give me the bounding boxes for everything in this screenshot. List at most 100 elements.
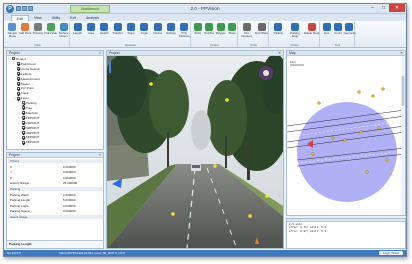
parking-snap-button[interactable]: Parking Snap — [287, 23, 304, 38]
visibility-checkbox[interactable] — [22, 116, 25, 120]
visibility-checkbox[interactable] — [17, 62, 20, 66]
property-value[interactable]: 0.000000 — [63, 170, 76, 174]
slope-button[interactable]: Slope — [124, 23, 137, 35]
visibility-checkbox[interactable] — [22, 101, 25, 105]
ribbon-button-label: Surface — [166, 31, 176, 35]
visibility-checkbox[interactable] — [17, 96, 20, 100]
dot-offset-button[interactable]: Dot Offset — [254, 23, 269, 35]
property-value[interactable]: 0.000000 — [63, 209, 76, 213]
surface-detect-button[interactable]: Surface Detect — [57, 23, 70, 38]
ribbon-button-label: Volume — [152, 31, 163, 35]
property-row[interactable]: X 0.000000 — [8, 165, 103, 169]
surface-button[interactable]: Surface — [164, 23, 177, 35]
visibility-checkbox[interactable] — [12, 57, 15, 61]
visibility-checkbox[interactable] — [22, 125, 25, 129]
polyline-button[interactable]: Polyline — [204, 23, 216, 35]
eye-button[interactable]: Eye — [321, 23, 332, 35]
tree-item[interactable]: Pointcloud — [14, 62, 35, 67]
close-button[interactable]: ✕ — [389, 4, 405, 12]
tree-item-label: 6DPOINT — [26, 140, 40, 145]
point-valu-button[interactable]: Point Valu — [44, 23, 57, 35]
tree-item[interactable]: Ctrl Point — [14, 86, 34, 91]
property-row[interactable]: Parking Length 5.000000 — [8, 198, 103, 202]
geometry-button[interactable]: Geometry — [344, 23, 356, 35]
delete-snap-button[interactable]: Delete Snap — [303, 23, 320, 35]
tree-item-label: Manhole — [26, 110, 38, 115]
height-button[interactable]: Height — [98, 23, 111, 35]
tree-item[interactable]: Feature — [14, 72, 32, 77]
maximize-button[interactable]: □ — [378, 4, 389, 12]
map-canvas[interactable]: 10m — [287, 56, 405, 216]
tree-item[interactable]: Tree — [19, 106, 32, 111]
property-button[interactable]: Property — [32, 23, 45, 35]
tree-item[interactable]: 4DPOINT — [19, 131, 39, 136]
point-button[interactable]: Point — [192, 23, 204, 35]
tree-item[interactable]: 2DPOINT — [19, 121, 39, 126]
tree-item[interactable]: Parking — [19, 101, 37, 106]
panel-close-icon[interactable]: ✕ — [278, 51, 281, 56]
tree-item[interactable]: − Project — [9, 57, 26, 62]
volume-button[interactable]: Volume — [151, 23, 164, 35]
property-value[interactable]: 5.000000 — [63, 198, 76, 202]
tree-item-label: 2DPOINT — [26, 120, 40, 125]
tree-item[interactable]: 3DPOINT — [19, 126, 39, 131]
visibility-checkbox[interactable] — [22, 106, 25, 110]
property-category[interactable]: Others — [8, 159, 103, 164]
length-button[interactable]: Length — [71, 23, 84, 35]
visibility-checkbox[interactable] — [22, 121, 25, 125]
tree-item[interactable]: 5DPOINT — [19, 135, 39, 140]
polygon-button[interactable]: Polygon — [215, 23, 227, 35]
visibility-checkbox[interactable] — [17, 81, 20, 85]
pole-distance-button[interactable]: Pole Distance — [178, 23, 191, 38]
property-row[interactable]: Y 0.000000 — [8, 170, 103, 174]
property-value[interactable]: 0.000000 — [63, 176, 76, 180]
dot-intersect-button[interactable]: Dot Intersect — [239, 23, 254, 38]
visibility-checkbox[interactable] — [17, 86, 20, 90]
plane-button[interactable]: Plane — [227, 23, 239, 35]
visibility-checkbox[interactable] — [22, 135, 25, 139]
property-value[interactable]: 0.000000 — [63, 165, 76, 169]
visibility-checkbox[interactable] — [17, 67, 20, 71]
transfer-button[interactable]: Transfer — [111, 23, 124, 35]
area-button[interactable]: Area — [84, 23, 97, 35]
tree-item-label: Measurement — [21, 76, 40, 81]
tree-item[interactable]: Track — [14, 91, 29, 96]
add-point-button[interactable]: Add Point — [19, 23, 32, 35]
tree-item[interactable]: − Layer — [14, 96, 29, 101]
ribbon-button-label: Height — [100, 31, 109, 35]
property-value[interactable]: 2.500000 — [63, 193, 76, 197]
map-panel: Map ✕ 10m — [286, 50, 406, 216]
property-row[interactable]: History Range 25.000000 — [8, 181, 103, 185]
visibility-checkbox[interactable] — [22, 111, 25, 115]
property-value[interactable]: 25.000000 — [63, 181, 77, 185]
minimize-button[interactable]: – — [367, 4, 378, 12]
property-category[interactable]: Select shape — [8, 215, 103, 220]
ribbon-group-detect: Point Polyline Polygon Plane Detect — [192, 22, 238, 47]
sample-mode-button[interactable]: Sample Mode — [6, 23, 19, 38]
visibility-checkbox[interactable] — [17, 91, 20, 95]
ribbon-button-label: Sample Mode — [7, 31, 18, 38]
tree-item[interactable]: Cross Section — [14, 67, 40, 72]
panel-close-icon[interactable]: ✕ — [400, 51, 403, 56]
property-category[interactable]: Parking — [8, 187, 103, 192]
visibility-checkbox[interactable] — [22, 130, 25, 134]
property-row[interactable]: Parking Space 0.000000 — [8, 209, 103, 213]
tree-item[interactable]: 1DPOINT — [19, 116, 39, 121]
tree-item[interactable]: Manhole — [19, 111, 38, 116]
property-row[interactable]: Parking Width 2.500000 — [8, 193, 103, 197]
count-button[interactable]: Count — [332, 23, 343, 35]
property-row[interactable]: Z 0.000000 — [8, 176, 103, 180]
visibility-checkbox[interactable] — [22, 140, 25, 144]
tree-item[interactable]: Measurement — [14, 77, 40, 82]
street-view-image[interactable] — [107, 56, 283, 249]
tree-item[interactable]: Model — [14, 82, 29, 87]
tree-item-label: Parking — [26, 101, 37, 106]
visibility-checkbox[interactable] — [17, 72, 20, 76]
property-row[interactable]: Parking Angle 0.000000 — [8, 204, 103, 208]
visibility-checkbox[interactable] — [17, 76, 20, 80]
property-value[interactable]: 0.000000 — [63, 204, 76, 208]
login-ticket-button[interactable]: Login Ticket — [378, 251, 403, 255]
angle-button[interactable]: Angle — [138, 23, 151, 35]
parking-button[interactable]: Parking — [270, 23, 287, 35]
tree-item[interactable]: 6DPOINT — [19, 140, 39, 145]
